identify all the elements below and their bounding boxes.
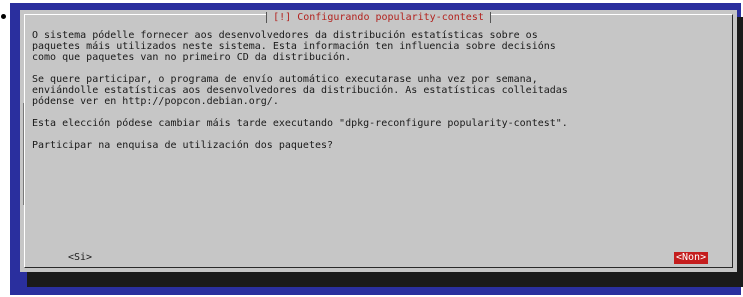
dialog-body: O sistema pódelle fornecer aos desenvolv… [32,30,727,151]
dialog-title: [!] Configurando popularity-contest [25,12,732,23]
dialog-edge-mark [23,103,28,205]
dialog-question: Participar na enquisa de utilización dos… [32,140,334,151]
dialog-paragraph: O sistema pódelle fornecer aos desenvolv… [32,30,556,63]
dialog-title-text: [!] Configurando popularity-contest [266,12,491,23]
yes-button[interactable]: <Si> [68,252,92,264]
configuration-dialog: [!] Configurando popularity-contest O si… [20,10,737,272]
list-bullet [1,14,6,19]
dialog-paragraph: Esta elección pódese cambiar máis tarde … [32,118,568,129]
dialog-paragraph: Se quere participar, o programa de envío… [32,74,568,107]
terminal-screen: [!] Configurando popularity-contest O si… [10,3,743,295]
no-button[interactable]: <Non> [674,252,709,264]
